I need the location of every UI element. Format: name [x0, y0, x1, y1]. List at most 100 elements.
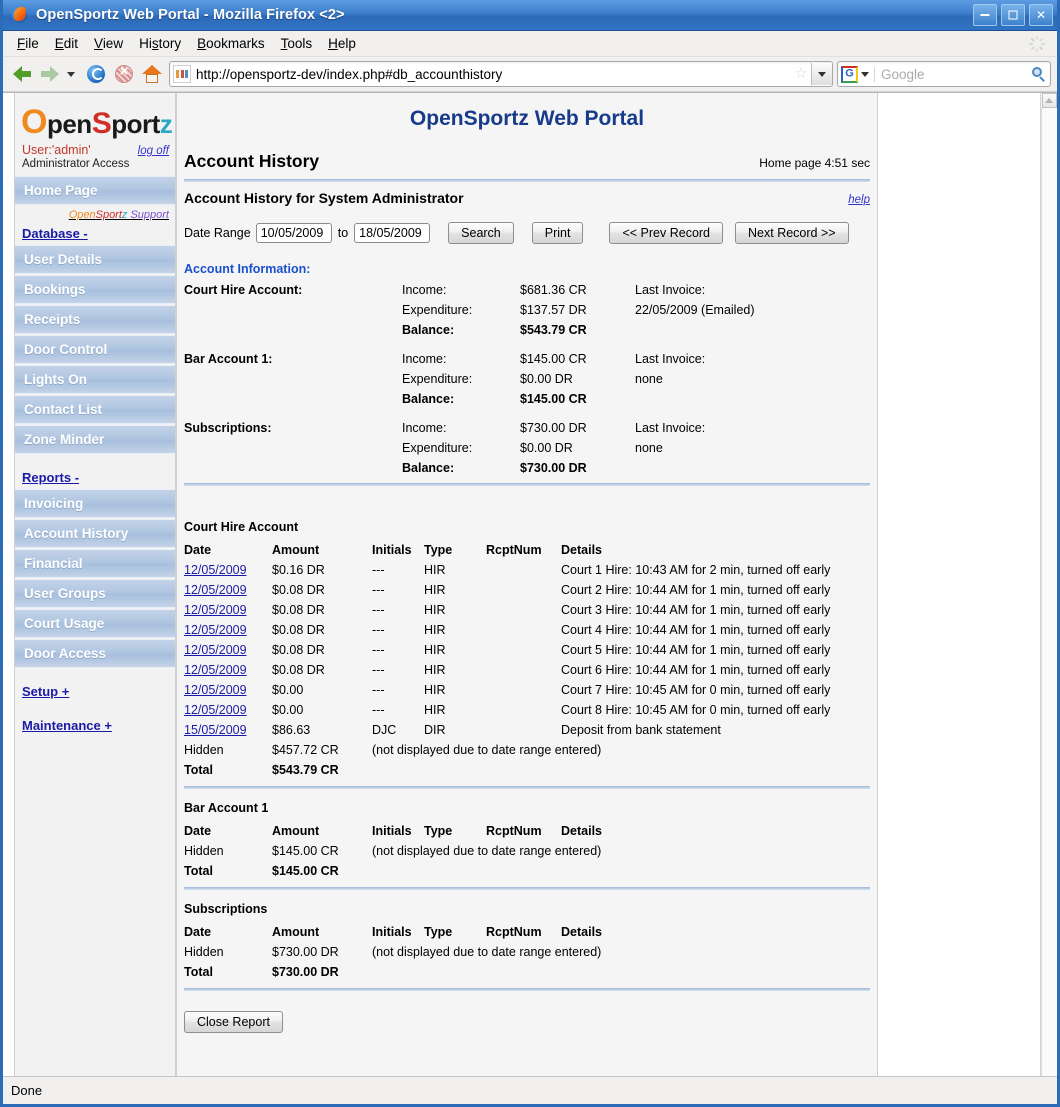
sidebar-item-bookings[interactable]: Bookings	[15, 275, 175, 304]
transaction-date-link[interactable]: 12/05/2009	[184, 643, 247, 657]
table-row: 12/05/2009 $0.08 DR --- HIR Court 3 Hire: 10…	[184, 600, 870, 620]
history-dropdown-icon[interactable]	[67, 71, 75, 77]
search-bar[interactable]: G Google	[837, 61, 1051, 87]
account-name-spacer	[184, 300, 402, 320]
transaction-date-link[interactable]: 12/05/2009	[184, 663, 247, 677]
close-button[interactable]: ✕	[1029, 4, 1053, 26]
cell-date[interactable]: 12/05/2009	[184, 620, 272, 640]
sidebar-item-label: Lights On	[24, 372, 87, 387]
prev-record-button[interactable]: << Prev Record	[609, 222, 724, 244]
cell-date[interactable]: 12/05/2009	[184, 640, 272, 660]
menu-history[interactable]: History	[131, 33, 189, 54]
transaction-date-link[interactable]: 12/05/2009	[184, 683, 247, 697]
page-scrollbar[interactable]	[1040, 93, 1057, 1076]
stop-button[interactable]	[111, 61, 137, 87]
menu-bookmarks[interactable]: Bookmarks	[189, 33, 273, 54]
firefox-icon	[11, 6, 29, 24]
account-name-spacer	[184, 458, 402, 478]
cell-amount: $0.08 DR	[272, 643, 325, 657]
transaction-date-link[interactable]: 12/05/2009	[184, 703, 247, 717]
menu-help[interactable]: Help	[320, 33, 364, 54]
sidebar-item-court-usage[interactable]: Court Usage	[15, 609, 175, 638]
transaction-date-link[interactable]: 15/05/2009	[184, 723, 247, 737]
minimize-button[interactable]	[973, 4, 997, 26]
cell-details: Court 6 Hire: 10:44 AM for 1 min, turned…	[561, 663, 831, 677]
search-button[interactable]: Search	[448, 222, 514, 244]
search-engine-dropdown-icon[interactable]	[861, 71, 869, 77]
table-row: 12/05/2009 $0.00 --- HIR Court 7 Hire: 10:45…	[184, 680, 870, 700]
cell-details: Court 1 Hire: 10:43 AM for 2 min, turned…	[561, 563, 831, 577]
cell-rcptnum	[486, 580, 561, 600]
maximize-button[interactable]	[1001, 4, 1025, 26]
opensportz-support-link[interactable]: OpenSportz Support	[15, 206, 175, 223]
scroll-up-button[interactable]	[1041, 93, 1057, 108]
menu-view[interactable]: View	[86, 33, 131, 54]
help-link[interactable]: help	[848, 194, 870, 206]
account-information-table: Court Hire Account: Income: $681.36 CR Last…	[184, 280, 870, 478]
account-last-invoice: Last Invoice:	[635, 283, 706, 297]
account-info-row: Balance: $543.79 CR	[184, 320, 870, 340]
account-info-row: Court Hire Account: Income: $681.36 CR Last…	[184, 280, 870, 300]
transaction-date-link[interactable]: 12/05/2009	[184, 623, 247, 637]
back-button[interactable]	[9, 61, 35, 87]
sidebar-item-user-details[interactable]: User Details	[15, 245, 175, 274]
cell-date[interactable]: 12/05/2009	[184, 680, 272, 700]
transaction-table: Date Amount Initials Type RcptNum Details Hidd…	[184, 922, 870, 982]
maximize-icon	[1008, 10, 1018, 20]
cell-rcptnum	[486, 680, 561, 700]
search-icon[interactable]	[1030, 66, 1050, 82]
column-header-type: Type	[424, 824, 453, 838]
cell-date[interactable]: 12/05/2009	[184, 580, 272, 600]
transaction-date-link[interactable]: 12/05/2009	[184, 603, 247, 617]
main-content: OpenSportz Web Portal Account History Ho…	[176, 93, 878, 1076]
sidebar-section-maintenance[interactable]: Maintenance +	[15, 715, 175, 737]
print-button[interactable]: Print	[531, 222, 584, 244]
page-background	[878, 93, 1040, 1076]
bookmark-star-icon[interactable]: ☆	[793, 66, 809, 82]
menu-edit[interactable]: Edit	[47, 33, 86, 54]
sidebar-section-reports[interactable]: Reports -	[15, 467, 175, 489]
sidebar-section-database[interactable]: Database -	[15, 223, 175, 245]
cell-date[interactable]: 12/05/2009	[184, 700, 272, 720]
cell-amount: $730.00 DR	[272, 945, 339, 959]
forward-button[interactable]	[37, 61, 63, 87]
home-button[interactable]	[139, 61, 165, 87]
menu-file[interactable]: File	[9, 33, 47, 54]
sidebar-item-user-groups[interactable]: User Groups	[15, 579, 175, 608]
column-header-rcptnum: RcptNum	[486, 543, 542, 557]
sidebar-item-door-access[interactable]: Door Access	[15, 639, 175, 668]
sidebar-item-account-history[interactable]: Account History	[15, 519, 175, 548]
sidebar-item-zone-minder[interactable]: Zone Minder	[15, 425, 175, 454]
sidebar-item-door-control[interactable]: Door Control	[15, 335, 175, 364]
sidebar-item-invoicing[interactable]: Invoicing	[15, 489, 175, 518]
sidebar-section-setup[interactable]: Setup +	[15, 681, 175, 703]
next-record-button[interactable]: Next Record >>	[735, 222, 849, 244]
sidebar-item-lights-on[interactable]: Lights On	[15, 365, 175, 394]
cell-date[interactable]: 12/05/2009	[184, 660, 272, 680]
account-field-label: Expenditure:	[402, 303, 473, 317]
sidebar-item-contact-list[interactable]: Contact List	[15, 395, 175, 424]
sidebar-item-financial[interactable]: Financial	[15, 549, 175, 578]
cell-date[interactable]: 12/05/2009	[184, 600, 272, 620]
cell-date[interactable]: 12/05/2009	[184, 560, 272, 580]
date-from-input[interactable]	[255, 223, 332, 243]
logoff-link[interactable]: log off	[138, 145, 169, 157]
date-to-input[interactable]	[354, 223, 431, 243]
table-row: 12/05/2009 $0.08 DR --- HIR Court 5 Hire: 10…	[184, 640, 870, 660]
logo-portz: port	[111, 109, 160, 139]
transaction-date-link[interactable]: 12/05/2009	[184, 563, 247, 577]
transaction-date-link[interactable]: 12/05/2009	[184, 583, 247, 597]
address-dropdown-button[interactable]	[811, 63, 832, 85]
sidebar-item-receipts[interactable]: Receipts	[15, 305, 175, 334]
search-input[interactable]: Google	[874, 66, 1030, 82]
reload-button[interactable]	[83, 61, 109, 87]
cell-date[interactable]: 15/05/2009	[184, 720, 272, 740]
report-subtitle: Account History for System Administrator	[184, 190, 464, 206]
account-info-row: Balance: $730.00 DR	[184, 458, 870, 478]
close-report-button[interactable]: Close Report	[184, 1011, 283, 1033]
menu-tools[interactable]: Tools	[273, 33, 321, 54]
address-bar[interactable]: http://opensportz-dev/index.php#db_accou…	[169, 61, 833, 87]
scrollbar-track[interactable]	[1041, 108, 1057, 1076]
sidebar-item-home-page[interactable]: Home Page	[15, 176, 175, 205]
table-total-row: Total $145.00 CR	[184, 861, 870, 881]
